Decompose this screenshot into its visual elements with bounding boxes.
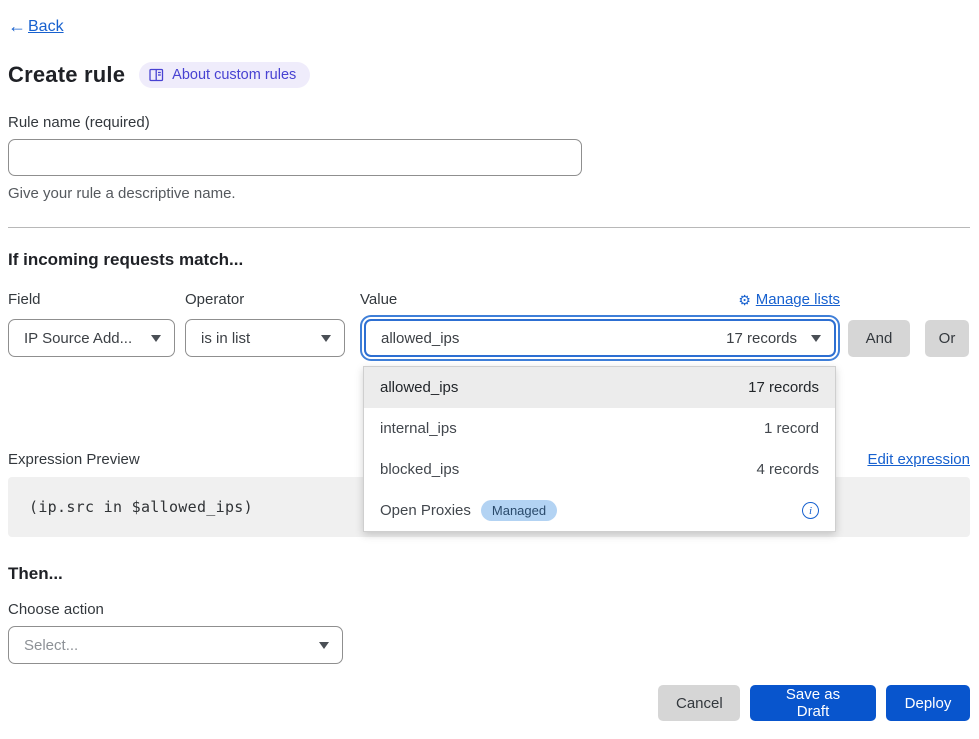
back-label: Back: [28, 18, 64, 36]
value-select[interactable]: allowed_ips 17 records: [364, 319, 836, 357]
action-select[interactable]: Select...: [8, 626, 343, 664]
list-item-name: Open Proxies: [380, 502, 471, 519]
page-title: Create rule: [8, 62, 125, 88]
list-item-blocked-ips[interactable]: blocked_ips 4 records: [364, 449, 835, 490]
save-as-draft-button[interactable]: Save as Draft: [750, 685, 876, 721]
create-rule-page: ←Back Create rule About custom rules Rul…: [0, 0, 979, 739]
match-builder: Field Operator Value ⚙ Manage lists IP S…: [8, 291, 970, 357]
chevron-down-icon: [151, 335, 161, 342]
book-icon: [149, 68, 164, 82]
list-item-name: allowed_ips: [380, 379, 458, 396]
list-item-records: 17 records: [748, 379, 819, 396]
expression-preview-label: Expression Preview: [8, 451, 140, 468]
list-item-open-proxies[interactable]: Open Proxies Managed i: [364, 490, 835, 531]
back-arrow-icon: ←: [8, 16, 26, 37]
list-item-name: blocked_ips: [380, 461, 459, 478]
rule-name-input[interactable]: [8, 139, 582, 176]
and-button[interactable]: And: [848, 320, 910, 357]
match-column-labels: Field Operator Value ⚙ Manage lists: [8, 291, 970, 308]
back-link[interactable]: ←Back: [8, 16, 64, 37]
about-badge-label: About custom rules: [172, 67, 296, 83]
value-select-value: allowed_ips: [381, 330, 459, 347]
action-select-placeholder: Select...: [24, 637, 78, 654]
manage-lists-link[interactable]: ⚙ Manage lists: [738, 291, 840, 308]
operator-column-label: Operator: [185, 291, 360, 308]
field-column-label: Field: [8, 291, 185, 308]
footer-actions: Cancel Save as Draft Deploy: [8, 685, 970, 721]
chevron-down-icon: [321, 335, 331, 342]
rule-name-label: Rule name (required): [8, 114, 970, 131]
field-select[interactable]: IP Source Add...: [8, 319, 175, 357]
value-dropdown-panel: allowed_ips 17 records internal_ips 1 re…: [363, 366, 836, 532]
cancel-button[interactable]: Cancel: [658, 685, 740, 721]
expression-code: (ip.src in $allowed_ips): [29, 498, 253, 516]
chevron-down-icon: [319, 642, 329, 649]
field-select-value: IP Source Add...: [24, 330, 132, 347]
rule-name-helper: Give your rule a descriptive name.: [8, 185, 970, 202]
edit-expression-link[interactable]: Edit expression: [867, 451, 970, 468]
title-row: Create rule About custom rules: [8, 62, 970, 88]
gear-icon: ⚙: [738, 293, 751, 307]
managed-badge: Managed: [481, 500, 557, 521]
choose-action-label: Choose action: [8, 601, 970, 618]
chevron-down-icon: [811, 335, 821, 342]
info-icon[interactable]: i: [802, 502, 819, 519]
list-item-allowed-ips[interactable]: allowed_ips 17 records: [364, 367, 835, 408]
list-item-records: 1 record: [764, 420, 819, 437]
value-column-label: Value: [360, 291, 397, 308]
section-divider: [8, 227, 970, 228]
deploy-button[interactable]: Deploy: [886, 685, 970, 721]
value-select-records: 17 records: [726, 330, 797, 347]
list-item-name: internal_ips: [380, 420, 457, 437]
then-heading: Then...: [8, 564, 970, 584]
manage-lists-label: Manage lists: [756, 291, 840, 308]
operator-select-value: is in list: [201, 330, 250, 347]
list-item-internal-ips[interactable]: internal_ips 1 record: [364, 408, 835, 449]
about-custom-rules-link[interactable]: About custom rules: [139, 62, 310, 88]
list-item-records: 4 records: [756, 461, 819, 478]
match-heading: If incoming requests match...: [8, 250, 970, 270]
or-button[interactable]: Or: [925, 320, 969, 357]
match-condition-row: IP Source Add... is in list allowed_ips …: [8, 319, 970, 357]
operator-select[interactable]: is in list: [185, 319, 345, 357]
